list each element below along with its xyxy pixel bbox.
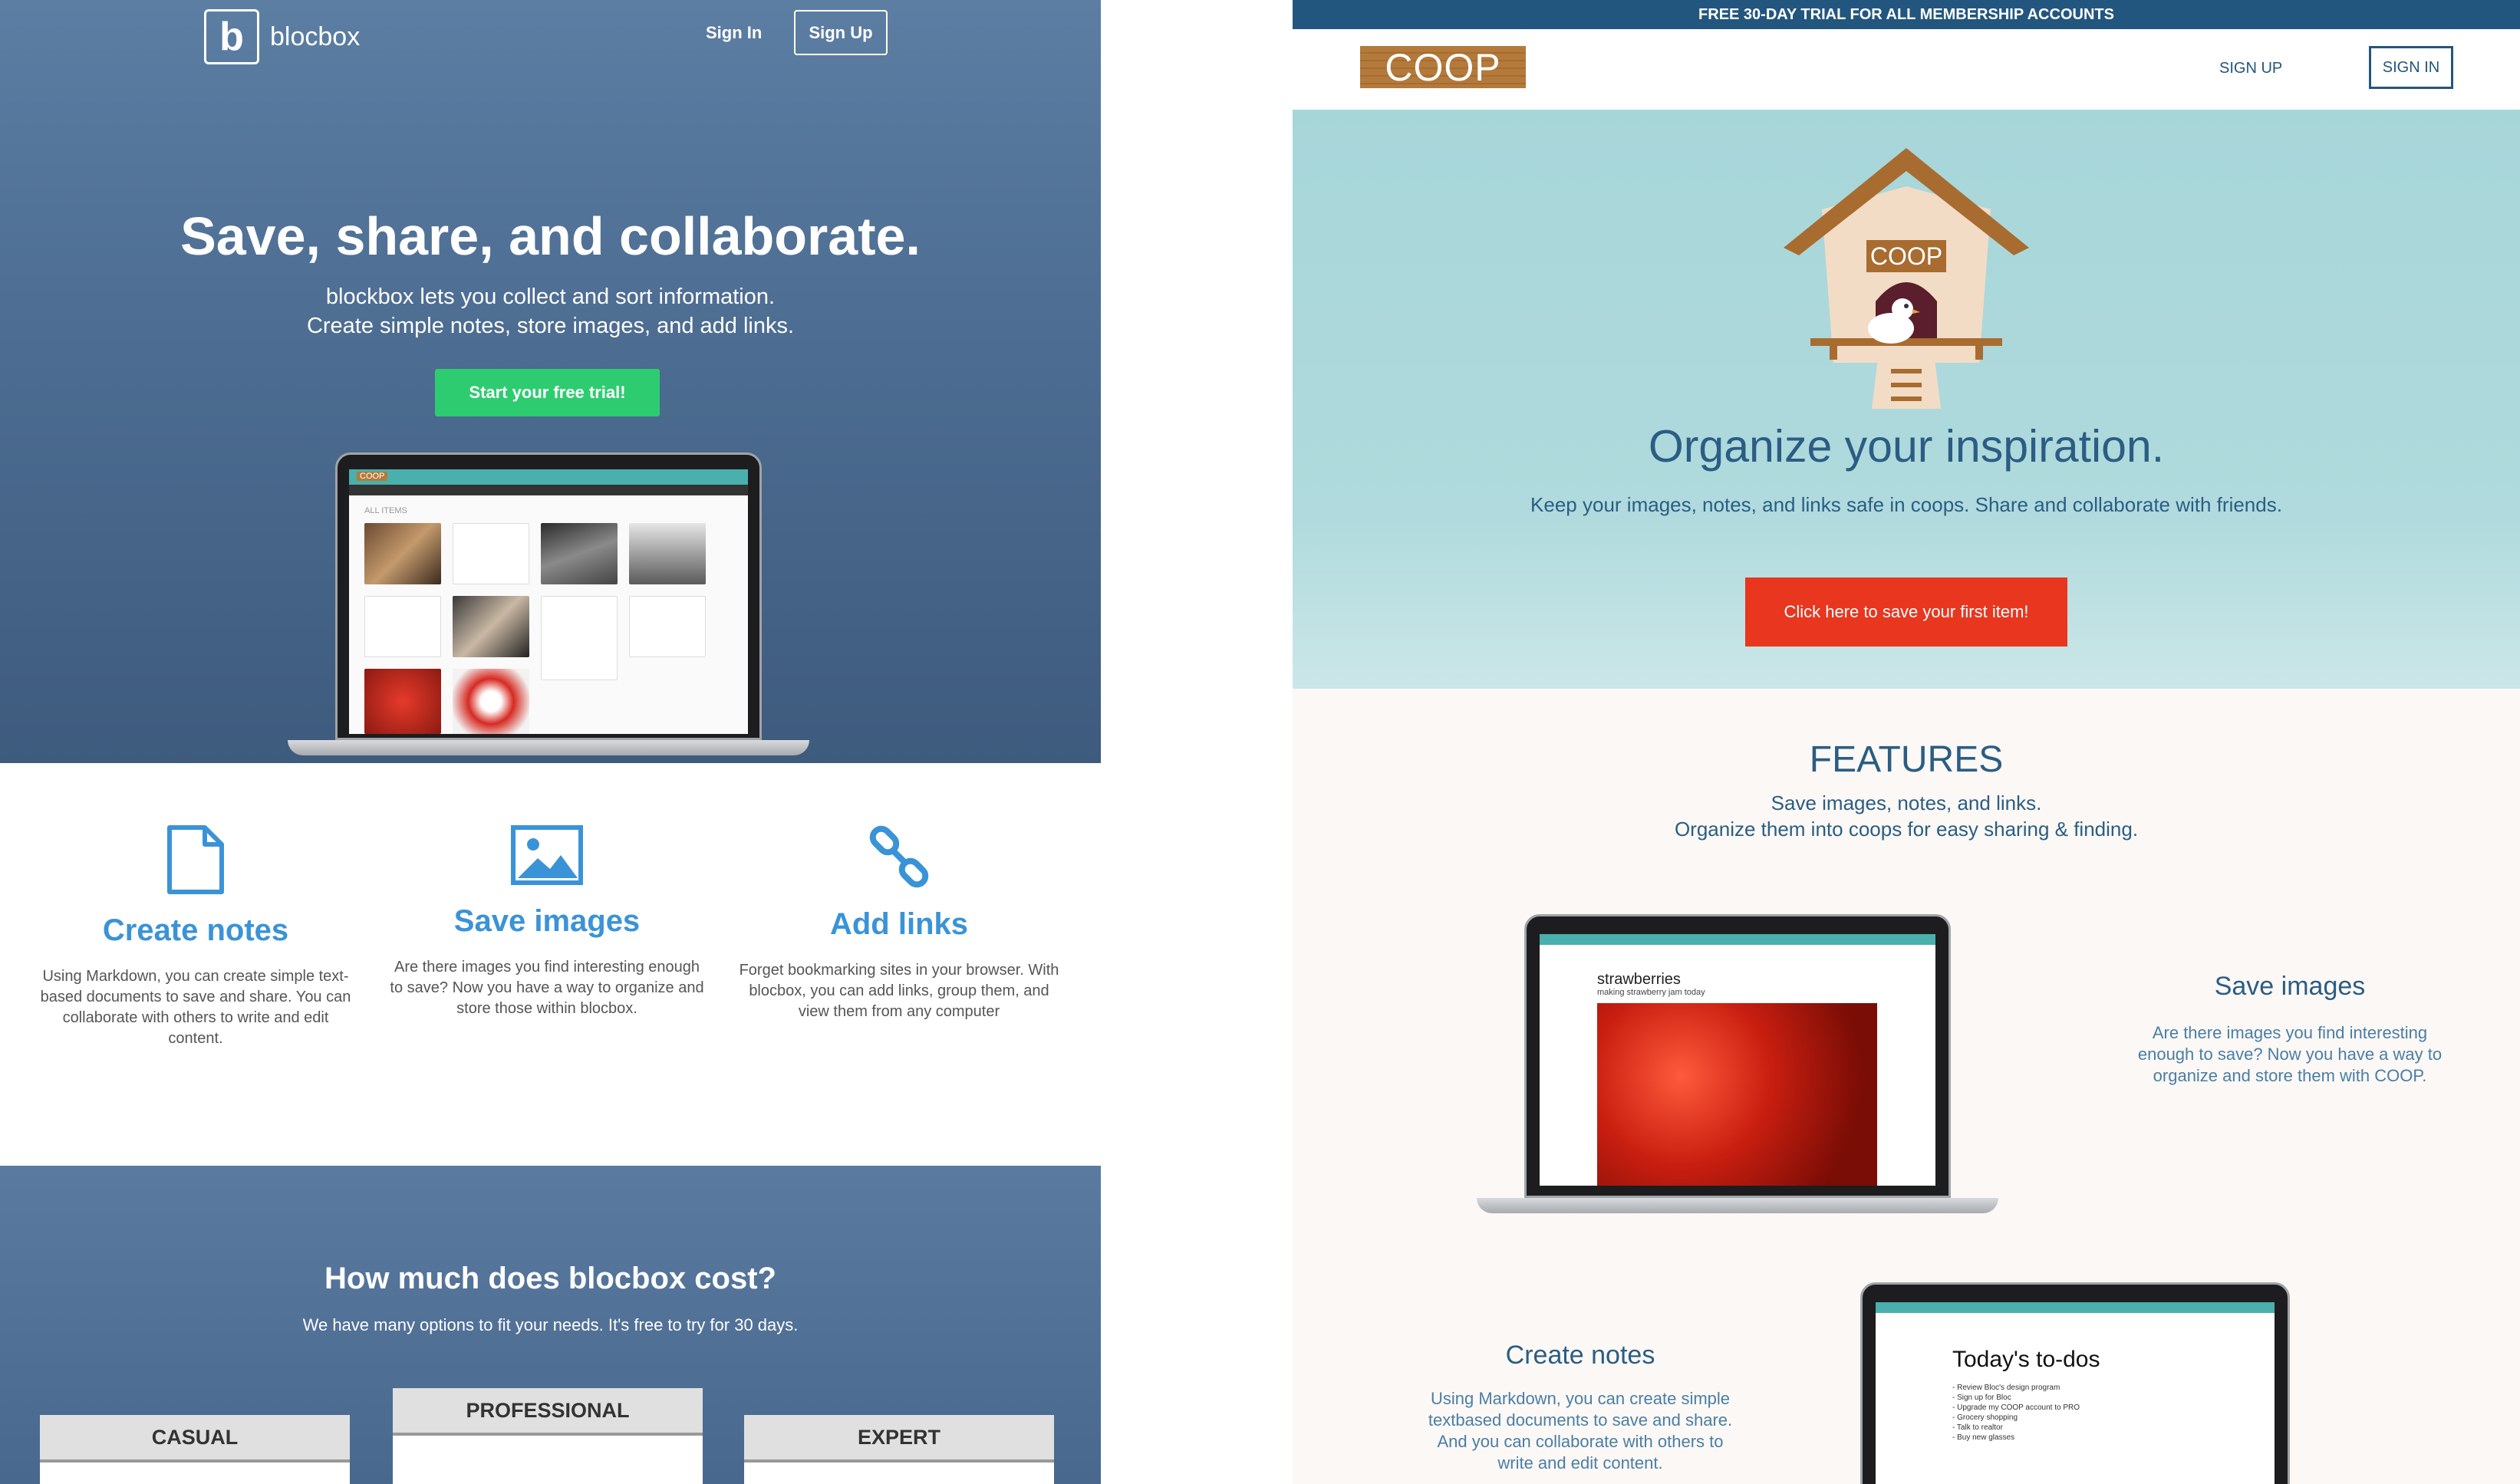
thumb-table: [629, 523, 706, 584]
strawberries-photo: [1597, 1003, 1877, 1186]
signup-link[interactable]: SIGN UP: [2219, 60, 2282, 77]
thumb-strawberries-2: [453, 669, 529, 734]
item-title: strawberries: [1597, 971, 1681, 988]
save-images-title: Save images: [2214, 972, 2366, 1001]
trial-banner: FREE 30-DAY TRIAL FOR ALL MEMBERSHIP ACC…: [1293, 0, 2520, 29]
item-header-bar: [1540, 934, 1935, 945]
blocbox-logo-text: blocbox: [270, 21, 361, 51]
todo-item: - Grocery shopping: [1952, 1413, 2018, 1422]
laptop-todos: Today's to-dos - Review Bloc's design pr…: [1860, 1282, 2290, 1484]
coop-page: FREE 30-DAY TRIAL FOR ALL MEMBERSHIP ACC…: [1293, 0, 2520, 1484]
feature-save-images: Save images Are there images you find in…: [371, 824, 723, 1019]
coop-navbar: COOP SIGN UP SIGN IN: [1293, 29, 2520, 110]
laptop-screen: Today's to-dos - Review Bloc's design pr…: [1876, 1302, 2275, 1484]
todo-list: - Review Bloc's design program - Sign up…: [1952, 1383, 2080, 1443]
note-header-bar: [1876, 1302, 2275, 1313]
feature-add-links: Add links Forget bookmarking sites in yo…: [723, 824, 1076, 1022]
app-tabs: [349, 485, 748, 495]
create-notes-desc: Using Markdown, you can create simple te…: [1428, 1389, 1733, 1472]
app-logo: COOP: [357, 472, 388, 481]
laptop-strawberries: strawberries making strawberry jam today: [1477, 914, 1998, 1221]
save-first-item-button[interactable]: Click here to save your first item!: [1745, 577, 2067, 647]
laptop-mockup: COOP ALL ITEMS: [288, 452, 809, 759]
birdhouse-sign: COOP: [1870, 242, 1942, 270]
laptop-screen: strawberries making strawberry jam today: [1540, 934, 1935, 1186]
hero-title: Save, share, and collaborate.: [180, 206, 921, 266]
plan-expert-body: [744, 1463, 1054, 1484]
link-icon: [869, 825, 929, 888]
plan-casual-body: [40, 1463, 350, 1484]
feature-title: Add links: [829, 907, 969, 941]
blocbox-page: b blocbox Sign In Sign Up Save, share, a…: [0, 0, 1101, 1484]
todo-item: - Buy new glasses: [1952, 1433, 2015, 1442]
thumb-card-1: [364, 596, 441, 657]
blocbox-logo-mark: b: [204, 9, 259, 64]
laptop-base: [288, 740, 809, 755]
features-subtitle: Save images, notes, and links. Organize …: [1293, 790, 2520, 842]
start-trial-button[interactable]: Start your free trial!: [435, 369, 660, 416]
features-title: FEATURES: [1809, 739, 2004, 780]
features-subtitle-line-2: Organize them into coops for easy sharin…: [1674, 818, 2139, 841]
plan-expert-header[interactable]: EXPERT: [744, 1415, 1054, 1463]
thumb-strawberries-1: [364, 669, 441, 734]
save-images-desc: Are there images you find interesting en…: [2137, 1023, 2443, 1085]
blocbox-hero: b blocbox Sign In Sign Up Save, share, a…: [0, 0, 1101, 763]
todo-item: - Talk to realtor: [1952, 1423, 2003, 1432]
hero-subtitle: Keep your images, notes, and links safe …: [1530, 493, 2282, 516]
pricing-title: How much does blocbox cost?: [324, 1262, 776, 1295]
hero-title: Organize your inspiration.: [1648, 421, 2165, 472]
pricing-subtitle: We have many options to fit your needs. …: [302, 1315, 799, 1334]
coop-logo[interactable]: COOP: [1360, 46, 1526, 89]
feature-desc: Are there images you find interesting en…: [390, 959, 704, 1017]
plan-casual-header[interactable]: CASUAL: [40, 1415, 350, 1463]
thumb-card-3: [629, 596, 706, 657]
thumb-card-2: [541, 596, 618, 680]
laptop-screen: COOP ALL ITEMS: [349, 469, 748, 734]
signin-button[interactable]: SIGN IN: [2369, 46, 2453, 89]
plan-professional-header[interactable]: PROFESSIONAL: [393, 1388, 703, 1436]
create-notes-title: Create notes: [1505, 1341, 1655, 1370]
hero-subtitle-line-2: Create simple notes, store images, and a…: [306, 314, 795, 338]
feature-desc: Forget bookmarking sites in your browser…: [739, 962, 1059, 1020]
app-header: COOP: [349, 469, 748, 485]
app-heading: ALL ITEMS: [364, 506, 407, 515]
hero-subtitle: blockbox lets you collect and sort infor…: [0, 282, 1101, 341]
thumb-hands: [453, 596, 529, 657]
pricing-section: How much does blocbox cost? We have many…: [0, 1166, 1101, 1484]
document-icon: [167, 825, 224, 894]
signin-link[interactable]: Sign In: [706, 23, 762, 43]
todo-item: - Upgrade my COOP account to PRO: [1952, 1403, 2080, 1412]
todo-item: - Sign up for Bloc: [1952, 1394, 2011, 1402]
thumb-cafe: [364, 523, 441, 584]
feature-create-notes: Create notes Using Markdown, you can cre…: [19, 824, 372, 1049]
hero-subtitle-line-1: blockbox lets you collect and sort infor…: [325, 285, 776, 309]
todo-title: Today's to-dos: [1952, 1347, 2100, 1372]
coop-hero: COOP Organize your inspiration. Keep you…: [1293, 110, 2520, 689]
todo-item: - Review Bloc's design program: [1952, 1384, 2060, 1392]
signup-button[interactable]: Sign Up: [794, 10, 888, 55]
item-caption: making strawberry jam today: [1597, 988, 1705, 997]
image-icon: [511, 825, 583, 885]
thumb-room: [541, 523, 618, 584]
birdhouse-illustration: COOP: [1784, 148, 2029, 409]
plan-professional-body: [393, 1436, 703, 1484]
features-subtitle-line-1: Save images, notes, and links.: [1771, 791, 2042, 814]
laptop-base: [1477, 1198, 1998, 1213]
feature-title: Create notes: [102, 913, 289, 947]
feature-desc: Using Markdown, you can create simple te…: [40, 968, 351, 1047]
thumb-note: [453, 523, 529, 584]
blocbox-logo[interactable]: b blocbox: [204, 9, 360, 64]
feature-title: Save images: [453, 904, 641, 938]
